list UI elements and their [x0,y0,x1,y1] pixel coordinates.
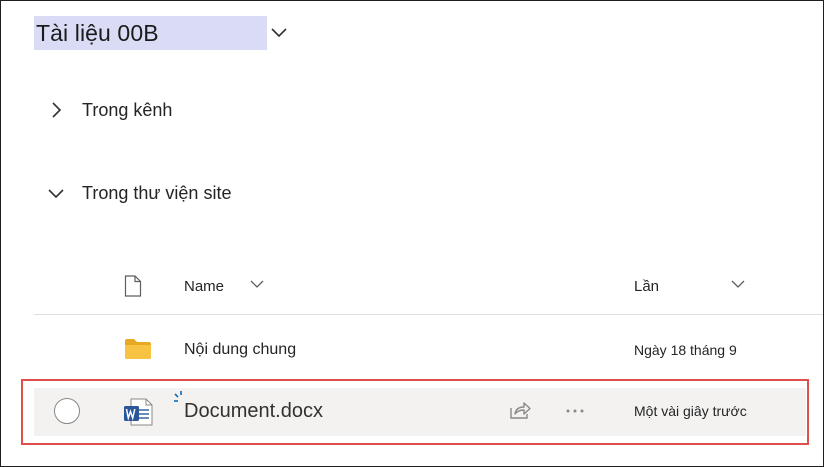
row-name-link[interactable]: Document.docx [184,400,323,423]
word-icon [124,398,153,426]
document-library-panel: Tài liệu 00B Trong kênh Trong thư viện s… [0,0,824,467]
chevron-down-icon [45,182,67,204]
table-row[interactable]: Nội dung chung Ngày 18 tháng 9 [1,331,823,371]
folder-icon [125,339,151,359]
header-divider [34,314,823,315]
section-in-channel-label: Trong kênh [82,99,173,120]
chevron-down-icon[interactable] [731,279,745,289]
row-name-link[interactable]: Nội dung chung [184,341,296,359]
table-row[interactable]: Document.docx Một vài giây trước [34,388,806,436]
section-in-channel[interactable]: Trong kênh [45,99,172,121]
file-type-icon[interactable] [124,275,142,297]
share-icon[interactable] [509,400,531,420]
section-in-site-library[interactable]: Trong thư viện site [45,182,231,204]
column-header-name[interactable]: Name [184,278,224,295]
column-header-row: Name Lần [1,269,823,309]
section-in-site-library-label: Trong thư viện site [82,182,232,203]
library-title-dropdown[interactable]: Tài liệu 00B [34,16,287,50]
chevron-down-icon [271,28,287,38]
row-modified: Ngày 18 tháng 9 [634,342,737,358]
chevron-down-icon[interactable] [250,279,264,289]
more-options-icon[interactable] [564,401,586,421]
library-title: Tài liệu 00B [36,19,159,46]
row-select-checkbox[interactable] [54,398,80,424]
column-header-modified[interactable]: Lần [634,278,659,295]
chevron-right-icon [45,99,67,121]
row-modified: Một vài giây trước [634,403,747,419]
